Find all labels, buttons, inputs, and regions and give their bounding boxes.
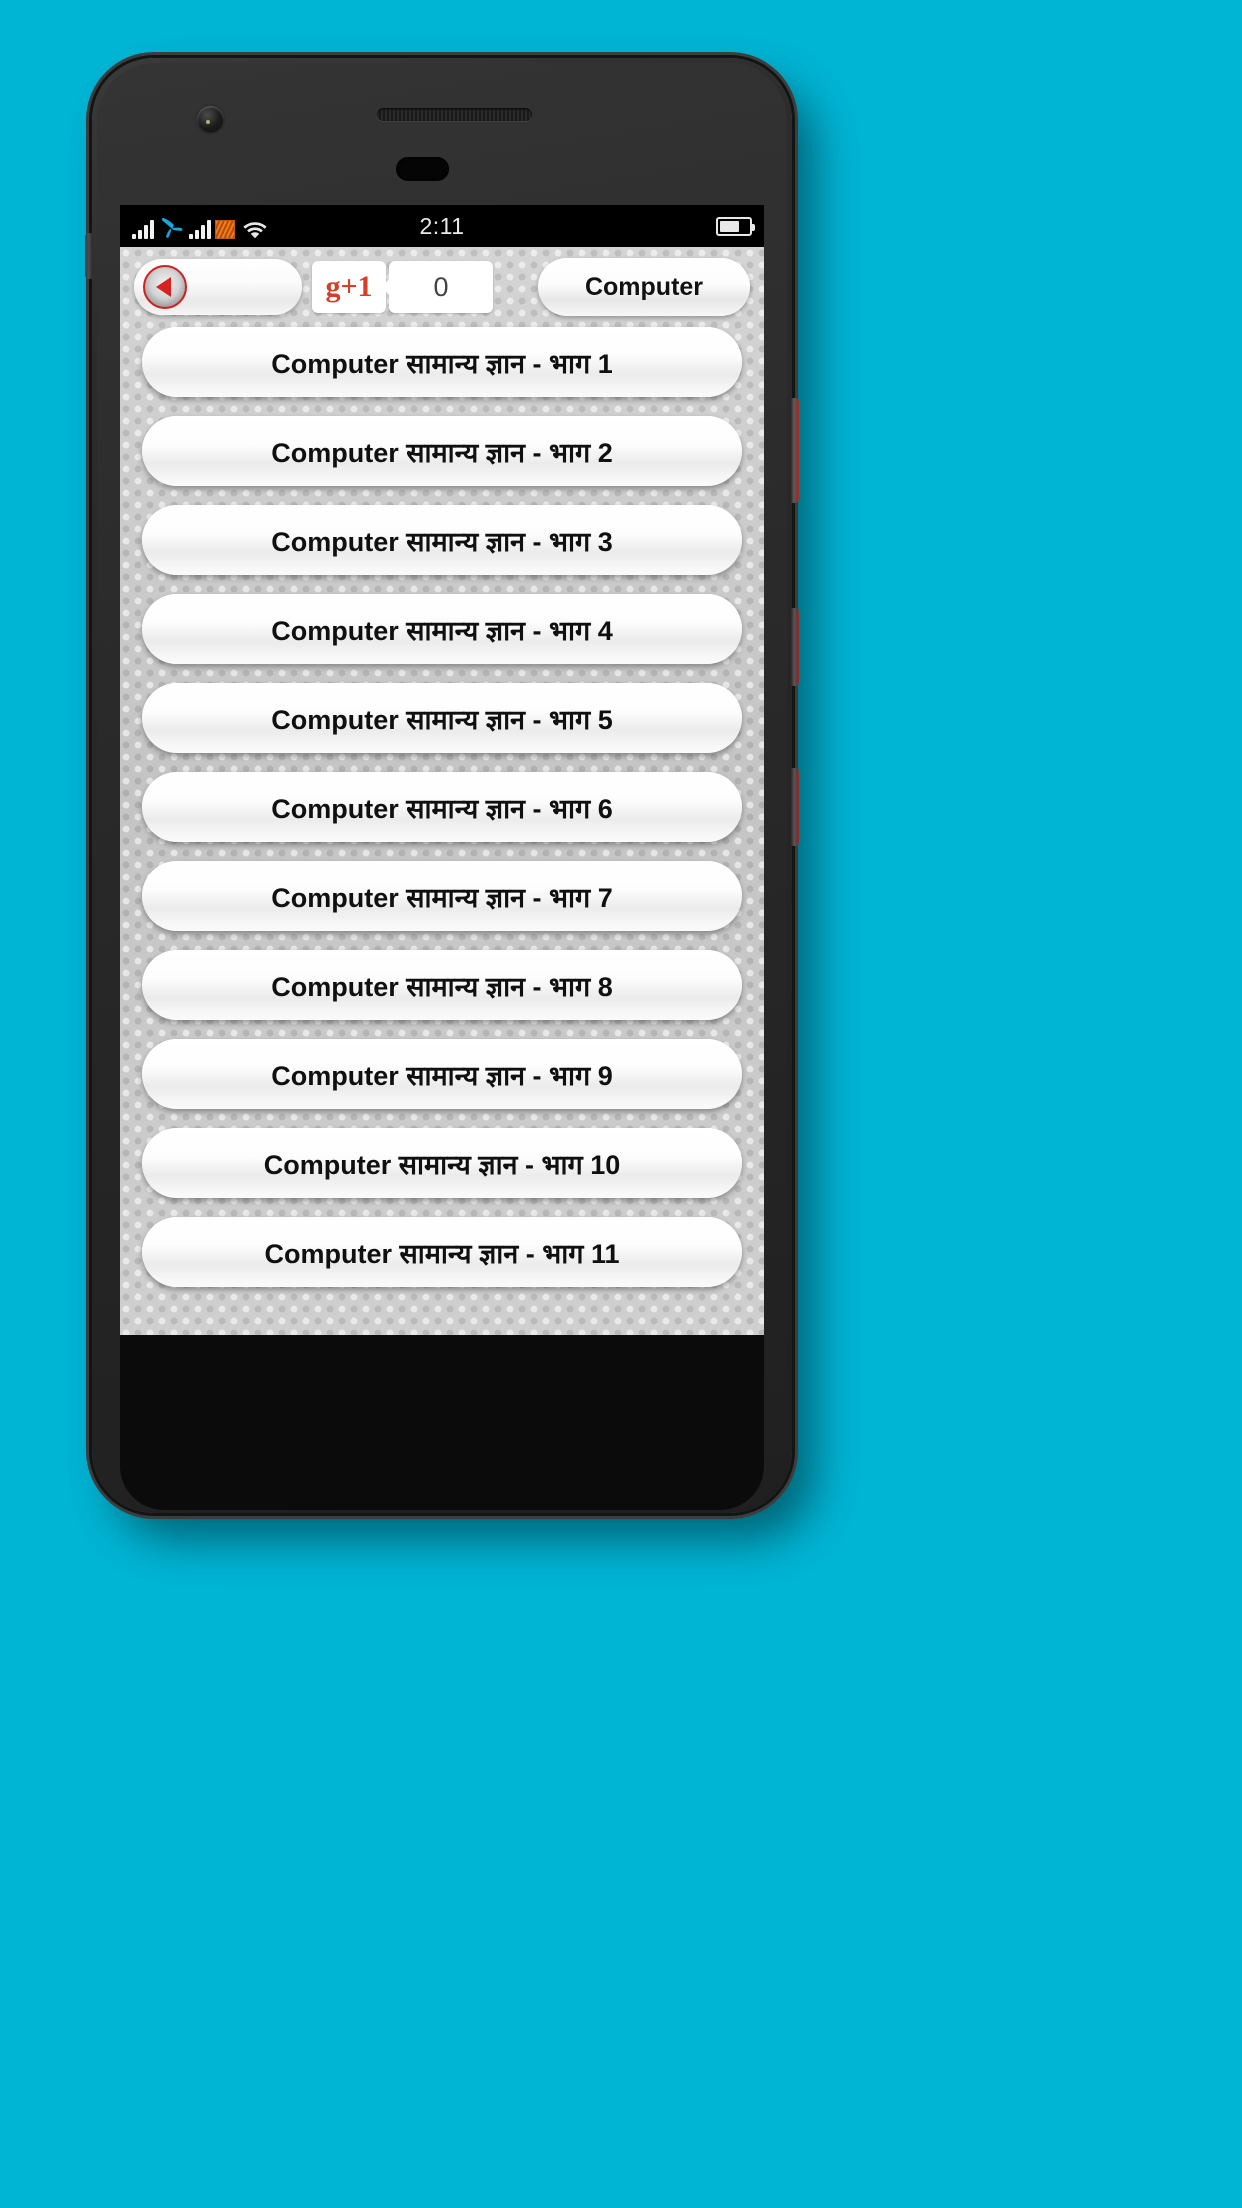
status-bar-right-icons (716, 216, 755, 236)
battery-icon (716, 216, 755, 236)
phone-bottom-chin (120, 1335, 764, 1510)
list-item[interactable]: Computer सामान्य ज्ञान - भाग 2 (142, 416, 742, 486)
google-plus-one-button[interactable]: g +1 (312, 261, 386, 313)
back-button[interactable] (134, 259, 302, 315)
topic-list[interactable]: Computer सामान्य ज्ञान - भाग 1 Computer … (120, 327, 764, 1287)
data-activity-icon (215, 220, 235, 239)
list-item[interactable]: Computer सामान्य ज्ञान - भाग 1 (142, 327, 742, 397)
list-item[interactable]: Computer सामान्य ज्ञान - भाग 3 (142, 505, 742, 575)
category-button[interactable]: Computer (538, 258, 750, 316)
sim-tray (85, 233, 93, 279)
status-bar: 2:11 (120, 205, 764, 247)
app-toolbar: g +1 0 Computer (120, 247, 764, 327)
proximity-sensor-icon (396, 157, 449, 181)
status-bar-left-icons (132, 213, 267, 239)
list-item-label: Computer सामान्य ज्ञान - भाग 9 (271, 1060, 613, 1091)
list-item-label: Computer सामान्य ज्ञान - भाग 6 (271, 793, 613, 824)
front-camera-icon (197, 106, 224, 133)
gplus-plus-one-label: +1 (340, 270, 373, 303)
carrier-logo-icon (161, 218, 183, 238)
list-item[interactable]: Computer सामान्य ज्ञान - भाग 9 (142, 1039, 742, 1109)
list-item-label: Computer सामान्य ज्ञान - भाग 7 (271, 882, 613, 913)
signal-bars-icon (132, 219, 154, 239)
earpiece-speaker-icon (377, 108, 532, 121)
list-item-label: Computer सामान्य ज्ञान - भाग 10 (263, 1149, 621, 1180)
power-button[interactable] (791, 398, 799, 503)
wifi-icon (243, 222, 267, 239)
phone-device-frame: 2:11 g +1 0 Computer Computer सामान्य ज्… (85, 58, 799, 1513)
list-item-label: Computer सामान्य ज्ञान - भाग 5 (271, 704, 613, 735)
gplus-g-letter: g (325, 270, 341, 303)
list-item[interactable]: Computer सामान्य ज्ञान - भाग 7 (142, 861, 742, 931)
list-item[interactable]: Computer सामान्य ज्ञान - भाग 8 (142, 950, 742, 1020)
app-content-area: g +1 0 Computer Computer सामान्य ज्ञान - … (120, 247, 764, 1335)
list-item-label: Computer सामान्य ज्ञान - भाग 2 (271, 437, 613, 468)
device-screen: 2:11 g +1 0 Computer Computer सामान्य ज्… (120, 205, 764, 1335)
list-item-label: Computer सामान्य ज्ञान - भाग 8 (271, 971, 613, 1002)
google-plus-one-widget: g +1 0 (312, 261, 493, 313)
list-item-label: Computer सामान्य ज्ञान - भाग 4 (271, 615, 613, 646)
google-plus-one-count: 0 (389, 261, 493, 313)
list-item[interactable]: Computer सामान्य ज्ञान - भाग 5 (142, 683, 742, 753)
volume-down-button[interactable] (791, 768, 799, 846)
list-item[interactable]: Computer सामान्य ज्ञान - भाग 10 (142, 1128, 742, 1198)
list-item[interactable]: Computer सामान्य ज्ञान - भाग 4 (142, 594, 742, 664)
signal-bars-icon (189, 219, 211, 239)
list-item-label: Computer सामान्य ज्ञान - भाग 3 (271, 526, 613, 557)
list-item[interactable]: Computer सामान्य ज्ञान - भाग 6 (142, 772, 742, 842)
list-item-label: Computer सामान्य ज्ञान - भाग 11 (264, 1238, 620, 1269)
list-item[interactable]: Computer सामान्य ज्ञान - भाग 11 (142, 1217, 742, 1287)
volume-up-button[interactable] (791, 608, 799, 686)
list-item-label: Computer सामान्य ज्ञान - भाग 1 (271, 348, 613, 379)
back-arrow-icon[interactable] (143, 265, 187, 309)
